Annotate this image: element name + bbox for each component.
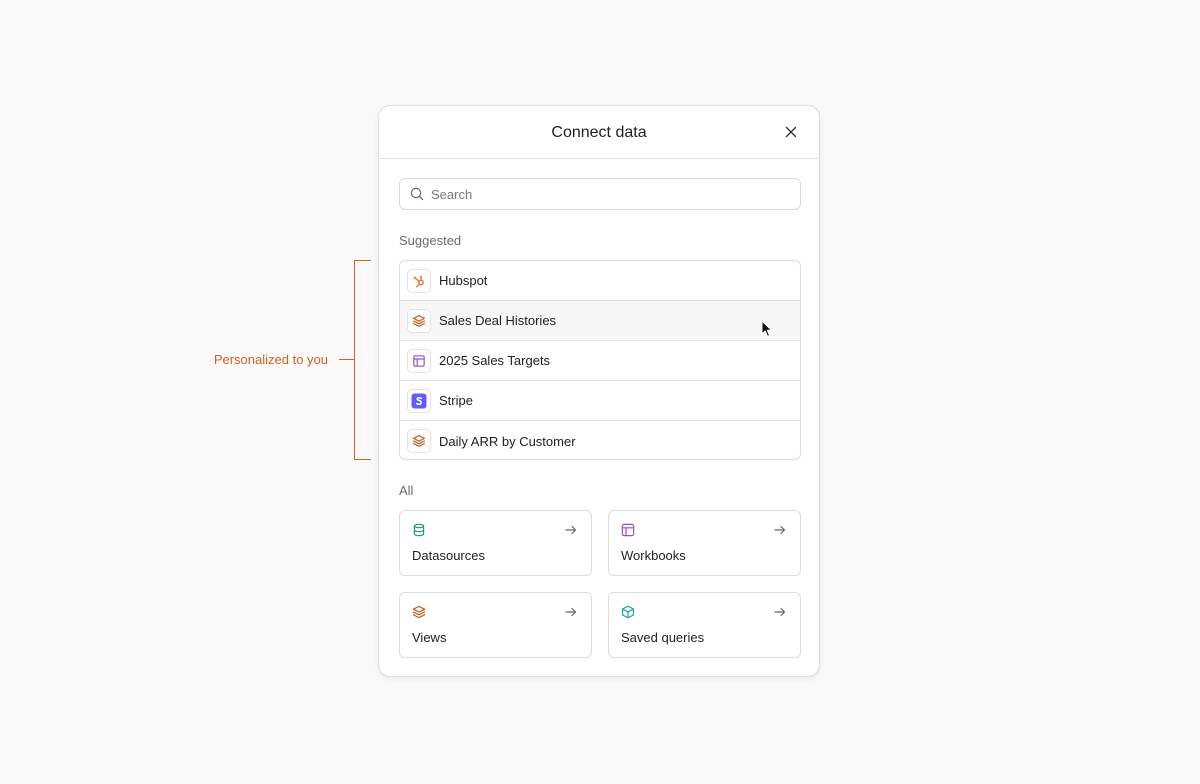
suggested-item-label: Daily ARR by Customer xyxy=(439,433,576,449)
mouse-cursor-icon xyxy=(761,320,773,337)
suggested-item-label: Hubspot xyxy=(439,273,488,288)
stripe-icon xyxy=(407,388,431,413)
suggested-item-stripe[interactable]: Stripe xyxy=(400,381,800,421)
card-views[interactable]: Views xyxy=(399,592,592,658)
arrow-right-icon xyxy=(564,605,578,619)
annotation-bracket xyxy=(354,260,371,460)
connect-data-dialog: Connect data Suggested xyxy=(378,105,820,677)
card-saved-queries[interactable]: Saved queries xyxy=(608,592,801,658)
annotation-personalized: Personalized to you xyxy=(200,260,372,460)
suggested-item-hubspot[interactable]: Hubspot xyxy=(400,261,800,301)
all-section-label: All xyxy=(399,483,414,498)
arrow-right-icon xyxy=(773,523,787,537)
suggested-item-label: Sales Deal Histories xyxy=(439,313,557,328)
suggested-list: Hubspot Sales Deal Histories 2025 Sales … xyxy=(399,260,801,460)
annotation-label: Personalized to you xyxy=(213,352,328,367)
dialog-header: Connect data xyxy=(379,106,819,159)
database-icon xyxy=(412,523,426,537)
suggested-item-2025-sales-targets[interactable]: 2025 Sales Targets xyxy=(400,341,800,381)
layers-icon xyxy=(407,429,431,453)
suggested-item-sales-deal-histories[interactable]: Sales Deal Histories xyxy=(400,301,800,341)
search-input[interactable] xyxy=(429,185,793,203)
arrow-right-icon xyxy=(564,523,578,537)
layers-icon xyxy=(412,605,426,619)
dialog-title: Connect data xyxy=(551,124,647,141)
suggested-item-daily-arr-by-customer[interactable]: Daily ARR by Customer xyxy=(400,421,800,459)
arrow-right-icon xyxy=(773,605,787,619)
layers-icon xyxy=(407,308,431,333)
annotation-tick xyxy=(339,359,355,360)
card-workbooks[interactable]: Workbooks xyxy=(608,510,801,576)
suggested-item-label: 2025 Sales Targets xyxy=(439,353,551,368)
search-icon xyxy=(410,187,424,201)
search-box xyxy=(399,178,801,210)
card-label: Datasources xyxy=(412,548,485,563)
suggested-item-label: Stripe xyxy=(439,393,473,408)
workbook-icon xyxy=(621,523,635,537)
close-icon xyxy=(785,126,797,138)
card-label: Workbooks xyxy=(621,548,686,563)
workbook-icon xyxy=(407,348,431,373)
cube-icon xyxy=(621,605,635,619)
suggested-section-label: Suggested xyxy=(399,233,462,248)
hubspot-icon xyxy=(407,268,431,293)
card-datasources[interactable]: Datasources xyxy=(399,510,592,576)
card-label: Saved queries xyxy=(621,630,705,645)
close-button[interactable] xyxy=(781,122,801,142)
card-label: Views xyxy=(412,630,447,645)
